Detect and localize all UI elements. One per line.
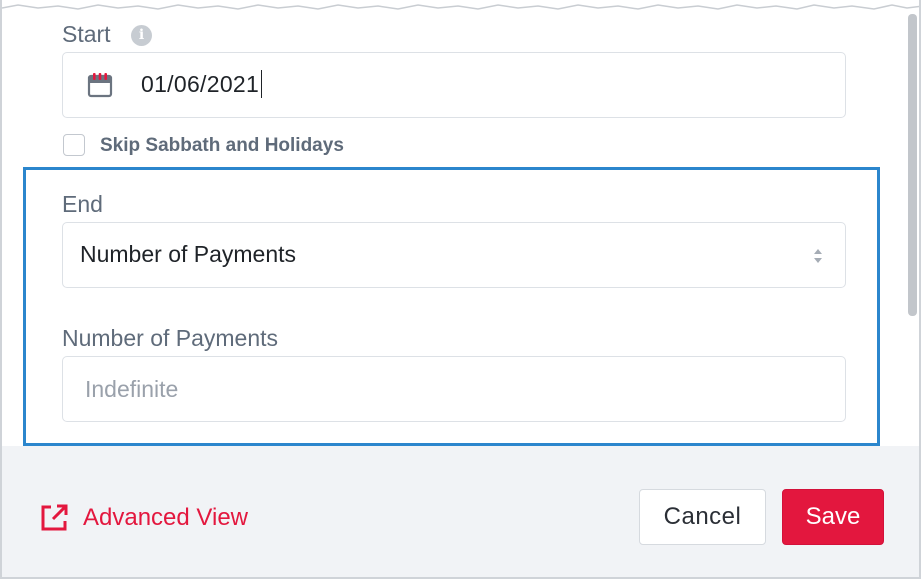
- scrollbar-thumb[interactable]: [908, 14, 917, 316]
- torn-edge-decoration: [2, 0, 919, 10]
- skip-sabbath-label[interactable]: Skip Sabbath and Holidays: [100, 135, 344, 157]
- skip-sabbath-checkbox[interactable]: [63, 134, 85, 156]
- advanced-view-link[interactable]: Advanced View: [38, 502, 248, 534]
- calendar-icon[interactable]: [87, 72, 113, 98]
- info-icon[interactable]: i: [131, 25, 152, 46]
- start-label: Start: [62, 21, 111, 47]
- payments-input[interactable]: Indefinite: [62, 356, 846, 422]
- end-label: End: [62, 191, 103, 217]
- start-date-input[interactable]: 01/06/2021: [62, 52, 846, 118]
- payments-label: Number of Payments: [62, 325, 279, 351]
- cancel-button[interactable]: Cancel: [639, 489, 766, 545]
- external-link-icon: [41, 504, 68, 531]
- form-panel: Start i 01/06/2021 Skip Sabbath and Holi…: [0, 0, 921, 579]
- advanced-view-label[interactable]: Advanced View: [83, 504, 248, 532]
- payments-placeholder: Indefinite: [85, 376, 179, 402]
- end-select[interactable]: Number of Payments: [62, 222, 846, 288]
- text-caret: [261, 70, 263, 98]
- save-button[interactable]: Save: [782, 489, 884, 545]
- start-date-value: 01/06/2021: [141, 70, 263, 98]
- end-select-value: Number of Payments: [80, 241, 297, 267]
- dialog-footer: Advanced View Cancel Save: [2, 446, 919, 577]
- select-arrows-icon: [814, 249, 822, 263]
